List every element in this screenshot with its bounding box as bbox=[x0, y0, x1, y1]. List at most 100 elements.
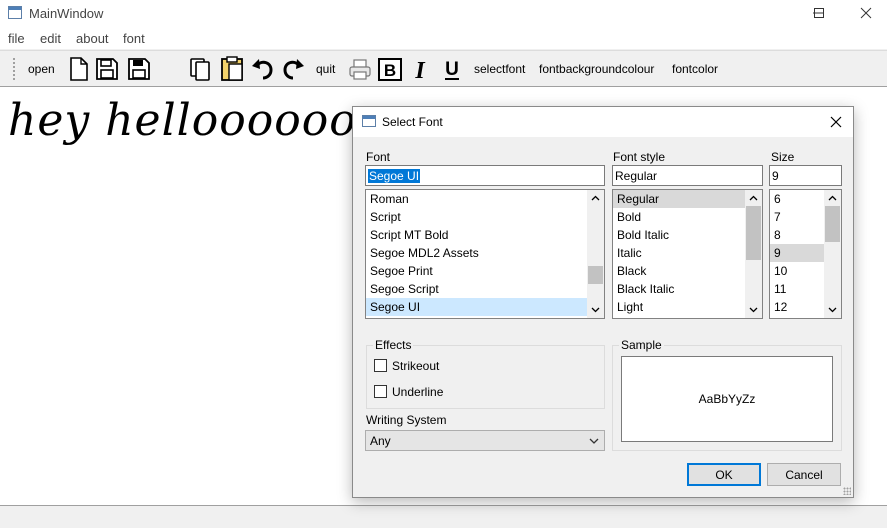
font-list[interactable]: Roman Script Script MT Bold Segoe MDL2 A… bbox=[365, 189, 605, 319]
undo-icon bbox=[252, 59, 273, 80]
list-item-selected[interactable]: Regular bbox=[613, 190, 746, 208]
list-item[interactable]: Roman bbox=[366, 190, 588, 208]
dialog-close-button[interactable] bbox=[821, 107, 851, 137]
chevron-down-icon bbox=[589, 438, 599, 444]
redo-icon bbox=[283, 59, 304, 80]
save-as-icon bbox=[128, 58, 150, 80]
sample-group-title: Sample bbox=[619, 338, 664, 352]
resize-grip[interactable] bbox=[843, 487, 851, 495]
save-as-button[interactable] bbox=[126, 56, 152, 82]
underline-label[interactable]: Underline bbox=[392, 385, 443, 399]
list-item[interactable]: 6 bbox=[770, 190, 825, 208]
list-item[interactable]: Segoe MDL2 Assets bbox=[366, 244, 588, 262]
writing-system-value: Any bbox=[370, 434, 391, 448]
chevron-down-icon[interactable] bbox=[749, 305, 758, 314]
new-file-button[interactable] bbox=[66, 56, 92, 82]
chevron-up-icon[interactable] bbox=[828, 194, 837, 203]
menu-edit[interactable]: edit bbox=[40, 31, 61, 46]
select-font-button[interactable]: selectfont bbox=[474, 62, 525, 76]
copy-button[interactable] bbox=[188, 56, 214, 82]
dialog-title-bar: Select Font bbox=[353, 107, 853, 137]
list-item[interactable]: 10 bbox=[770, 262, 825, 280]
paste-button[interactable] bbox=[220, 56, 246, 82]
ok-button[interactable]: OK bbox=[687, 463, 761, 486]
font-input-value: Segoe UI bbox=[368, 169, 421, 183]
open-button[interactable]: open bbox=[28, 62, 55, 76]
list-item[interactable]: Script bbox=[366, 208, 588, 226]
maximize-button[interactable] bbox=[796, 0, 842, 29]
menu-bar: file edit about font bbox=[0, 29, 887, 49]
list-item[interactable]: Bold bbox=[613, 208, 746, 226]
chevron-up-icon[interactable] bbox=[749, 194, 758, 203]
cancel-button[interactable]: Cancel bbox=[767, 463, 841, 486]
chevron-up-icon[interactable] bbox=[591, 194, 600, 203]
font-style-label: Font style bbox=[613, 150, 666, 164]
menu-font[interactable]: font bbox=[123, 31, 145, 46]
sample-text: AaBbYyZz bbox=[698, 392, 756, 406]
toolbar-grip[interactable] bbox=[12, 57, 16, 81]
print-button[interactable] bbox=[347, 56, 373, 82]
list-item[interactable]: Segoe Print bbox=[366, 262, 588, 280]
chevron-down-icon[interactable] bbox=[591, 305, 600, 314]
font-color-button[interactable]: fontcolor bbox=[672, 62, 718, 76]
list-item[interactable]: 12 bbox=[770, 298, 825, 316]
list-item[interactable]: 8 bbox=[770, 226, 825, 244]
chevron-down-icon[interactable] bbox=[828, 305, 837, 314]
size-list[interactable]: 6 7 8 9 10 11 12 bbox=[769, 189, 842, 319]
close-button[interactable] bbox=[843, 0, 887, 29]
editor-text: hey helloooooo bbox=[8, 95, 357, 146]
paste-icon bbox=[221, 56, 243, 81]
italic-button[interactable]: I bbox=[407, 56, 433, 82]
font-style-list[interactable]: Regular Bold Bold Italic Italic Black Bl… bbox=[612, 189, 763, 319]
underline-checkbox[interactable] bbox=[374, 385, 387, 398]
underline-icon: U bbox=[445, 59, 459, 80]
list-item[interactable]: 11 bbox=[770, 280, 825, 298]
bold-icon: B bbox=[378, 58, 402, 81]
svg-text:I: I bbox=[414, 58, 426, 82]
list-item-selected[interactable]: Segoe UI bbox=[366, 298, 588, 316]
list-item[interactable]: 7 bbox=[770, 208, 825, 226]
undo-button[interactable] bbox=[250, 56, 276, 82]
list-item[interactable]: Bold Italic bbox=[613, 226, 746, 244]
save-button[interactable] bbox=[94, 56, 120, 82]
strikeout-label[interactable]: Strikeout bbox=[392, 359, 439, 373]
menu-about[interactable]: about bbox=[76, 31, 109, 46]
status-bar bbox=[0, 506, 887, 528]
writing-system-select[interactable]: Any bbox=[365, 430, 605, 451]
print-icon bbox=[349, 59, 371, 80]
list-item[interactable]: Segoe Script bbox=[366, 280, 588, 298]
list-item[interactable]: Script MT Bold bbox=[366, 226, 588, 244]
scrollbar-thumb[interactable] bbox=[746, 206, 761, 260]
list-item[interactable]: Black Italic bbox=[613, 280, 746, 298]
font-input[interactable]: Segoe UI bbox=[365, 165, 605, 186]
size-input[interactable]: 9 bbox=[769, 165, 842, 186]
font-style-input[interactable]: Regular bbox=[612, 165, 763, 186]
font-label: Font bbox=[366, 150, 391, 164]
new-file-icon bbox=[70, 57, 88, 81]
font-style-list-scrollbar[interactable] bbox=[745, 190, 762, 318]
size-list-scrollbar[interactable] bbox=[824, 190, 841, 318]
redo-button[interactable] bbox=[280, 56, 306, 82]
scrollbar-thumb[interactable] bbox=[588, 266, 603, 284]
svg-text:B: B bbox=[384, 61, 396, 80]
list-item-selected[interactable]: 9 bbox=[770, 244, 825, 262]
effects-group: Effects bbox=[366, 338, 605, 409]
quit-button[interactable]: quit bbox=[316, 62, 335, 76]
bold-button[interactable]: B bbox=[377, 56, 403, 82]
strikeout-checkbox[interactable] bbox=[374, 359, 387, 372]
list-item[interactable]: Italic bbox=[613, 244, 746, 262]
window-title: MainWindow bbox=[29, 6, 104, 21]
menu-file[interactable]: file bbox=[8, 31, 25, 46]
copy-icon bbox=[190, 58, 210, 81]
font-list-scrollbar[interactable] bbox=[587, 190, 604, 318]
scrollbar-thumb[interactable] bbox=[825, 206, 840, 242]
list-item[interactable]: Black bbox=[613, 262, 746, 280]
close-icon bbox=[860, 7, 872, 19]
writing-system-label: Writing System bbox=[366, 413, 447, 427]
dialog-icon bbox=[362, 115, 376, 127]
list-item[interactable]: Light bbox=[613, 298, 746, 316]
underline-button[interactable]: U bbox=[439, 56, 465, 82]
maximize-icon bbox=[814, 8, 824, 18]
effects-group-title: Effects bbox=[373, 338, 414, 352]
font-background-colour-button[interactable]: fontbackgroundcolour bbox=[539, 62, 654, 76]
